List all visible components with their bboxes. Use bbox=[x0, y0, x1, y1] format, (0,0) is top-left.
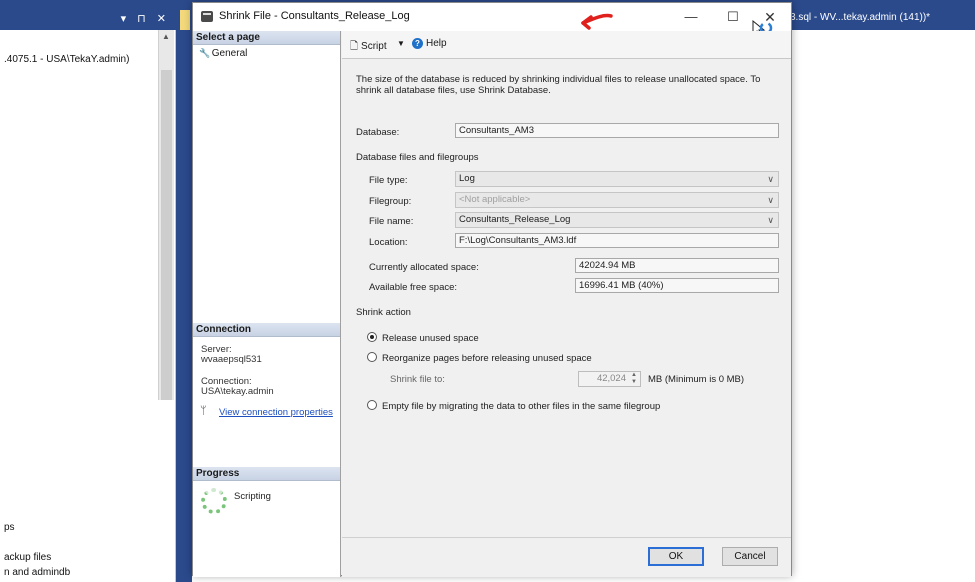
script-dropdown-chevron-icon[interactable]: ▼ bbox=[397, 39, 405, 48]
dialog-toolbar: 🗋 Script ▼ ? Help bbox=[342, 31, 791, 59]
allocated-space-field: 42024.94 MB bbox=[575, 258, 779, 273]
filegroup-label: Filegroup: bbox=[369, 196, 412, 207]
location-label: Location: bbox=[369, 237, 408, 248]
chevron-down-icon: ∨ bbox=[767, 195, 774, 205]
page-item-label: General bbox=[211, 48, 248, 59]
ok-button[interactable]: OK bbox=[648, 547, 704, 566]
scrollbar-thumb[interactable] bbox=[161, 70, 172, 400]
select-page-header: Select a page bbox=[193, 31, 340, 45]
script-label: Script bbox=[361, 41, 387, 52]
radio-button[interactable] bbox=[367, 332, 377, 342]
dialog-title: Shrink File - Consultants_Release_Log bbox=[219, 10, 410, 22]
database-field: Consultants_AM3 bbox=[455, 123, 779, 138]
explorer-header-controls[interactable]: ▾ ⊓ ✕ bbox=[121, 12, 170, 25]
page-item-general[interactable]: 🔧 General bbox=[199, 48, 247, 59]
reorganize-pages-radio[interactable]: Reorganize pages before releasing unused… bbox=[367, 352, 592, 364]
file-type-label: File type: bbox=[369, 175, 408, 186]
help-button[interactable]: ? Help bbox=[412, 38, 447, 49]
free-space-field: 16996.41 MB (40%) bbox=[575, 278, 779, 293]
shrink-action-label: Shrink action bbox=[356, 307, 411, 318]
editor-tab-query[interactable]: y3.sql - WV...tekay.admin (141))* bbox=[785, 12, 930, 23]
tree-node[interactable]: ps bbox=[4, 522, 15, 533]
help-icon: ? bbox=[412, 38, 423, 49]
connection-value: USA\tekay.admin bbox=[201, 386, 274, 397]
object-explorer-header: ▾ ⊓ ✕ bbox=[0, 8, 176, 30]
database-icon bbox=[201, 11, 213, 22]
script-icon: 🗋 bbox=[350, 41, 359, 52]
editor-tab-marker bbox=[180, 10, 190, 30]
filegroup-value: <Not applicable> bbox=[459, 194, 531, 205]
location-field: F:\Log\Consultants_AM3.ldf bbox=[455, 233, 779, 248]
page-description: The size of the database is reduced by s… bbox=[356, 74, 761, 96]
file-name-select[interactable]: Consultants_Release_Log ∨ bbox=[455, 212, 779, 228]
spinner-arrows-icon: ▲ ▼ bbox=[631, 372, 637, 385]
cancel-button[interactable]: Cancel bbox=[722, 547, 778, 566]
database-label: Database: bbox=[356, 127, 400, 138]
tree-node[interactable]: n and admindb bbox=[4, 567, 70, 578]
minimize-button[interactable]: — bbox=[679, 6, 703, 28]
annotation-arrow-icon bbox=[581, 13, 613, 30]
radio-button[interactable] bbox=[367, 400, 377, 410]
option-label: Empty file by migrating the data to othe… bbox=[382, 401, 661, 412]
select-page-pane: Select a page 🔧 General Connection Serve… bbox=[193, 31, 341, 577]
file-type-select[interactable]: Log ∨ bbox=[455, 171, 779, 187]
maximize-button[interactable]: ☐ bbox=[721, 6, 745, 28]
filegroup-select: <Not applicable> ∨ bbox=[455, 192, 779, 208]
option-label: Reorganize pages before releasing unused… bbox=[382, 353, 592, 364]
shrink-file-to-label: Shrink file to: bbox=[390, 374, 445, 385]
progress-header: Progress bbox=[193, 467, 340, 481]
explorer-scrollbar[interactable]: ▲ bbox=[158, 30, 174, 400]
option-label: Release unused space bbox=[382, 333, 479, 344]
files-group-label: Database files and filegroups bbox=[356, 152, 479, 163]
progress-status: Scripting bbox=[234, 491, 271, 502]
ssms-panel-divider bbox=[176, 0, 192, 582]
server-value: wvaaepsql531 bbox=[201, 354, 262, 365]
help-label: Help bbox=[426, 38, 447, 49]
file-type-value: Log bbox=[459, 173, 475, 184]
progress-spinner-icon bbox=[201, 488, 227, 514]
chevron-down-icon: ∨ bbox=[767, 215, 774, 225]
free-space-label: Available free space: bbox=[369, 282, 458, 293]
file-name-label: File name: bbox=[369, 216, 414, 227]
radio-button[interactable] bbox=[367, 352, 377, 362]
shrink-unit-label: MB (Minimum is 0 MB) bbox=[648, 374, 745, 385]
connection-properties-icon: ᛘ bbox=[200, 405, 207, 417]
query-editor[interactable] bbox=[792, 30, 975, 582]
general-page: The size of the database is reduced by s… bbox=[342, 60, 791, 537]
dialog-button-bar: OK Cancel bbox=[342, 537, 791, 577]
dialog-titlebar[interactable]: Shrink File - Consultants_Release_Log — … bbox=[193, 3, 791, 31]
wrench-icon: 🔧 bbox=[199, 48, 211, 58]
script-button[interactable]: 🗋 Script bbox=[350, 39, 387, 56]
tree-node-server[interactable]: .4075.1 - USA\TekaY.admin) bbox=[4, 54, 129, 65]
tree-node[interactable]: ackup files bbox=[4, 552, 51, 563]
view-connection-properties-link[interactable]: View connection properties bbox=[219, 407, 333, 418]
release-unused-space-radio[interactable]: Release unused space bbox=[367, 332, 479, 344]
object-explorer-tree: .4075.1 - USA\TekaY.admin) ps ackup file… bbox=[0, 30, 176, 582]
chevron-down-icon: ∨ bbox=[767, 174, 774, 184]
empty-file-radio[interactable]: Empty file by migrating the data to othe… bbox=[367, 400, 660, 412]
chevron-up-icon[interactable]: ▲ bbox=[162, 32, 170, 41]
shrink-file-dialog: Shrink File - Consultants_Release_Log — … bbox=[192, 2, 792, 577]
file-name-value: Consultants_Release_Log bbox=[459, 214, 571, 225]
allocated-space-label: Currently allocated space: bbox=[369, 262, 479, 273]
connection-header: Connection bbox=[193, 323, 340, 337]
